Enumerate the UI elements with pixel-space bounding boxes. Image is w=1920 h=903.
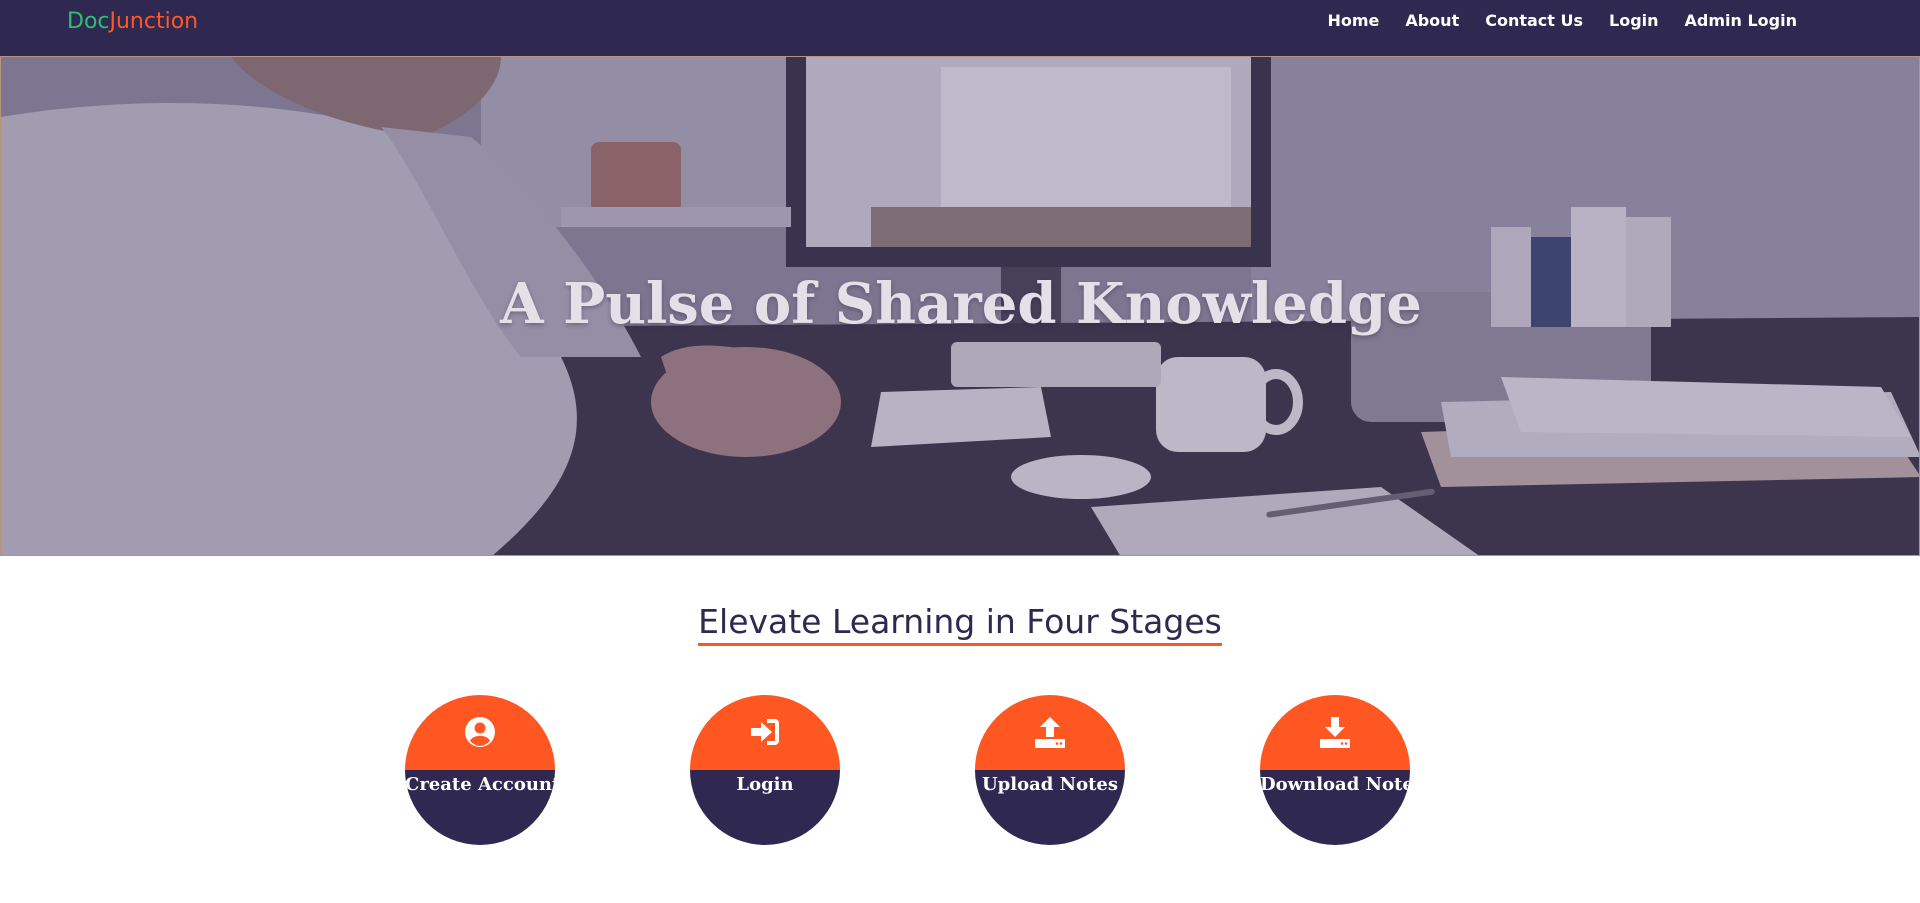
stage-label: Upload Notes [981, 774, 1118, 795]
stage-upload-notes[interactable]: Upload Notes [975, 695, 1125, 845]
nav-links: Home About Contact Us Login Admin Login [1327, 8, 1797, 34]
download-icon [1320, 717, 1350, 748]
upload-icon [1035, 717, 1065, 748]
hero-title: A Pulse of Shared Knowledge [500, 271, 1422, 337]
stage-login[interactable]: Login [690, 695, 840, 845]
nav-admin-login[interactable]: Admin Login [1685, 8, 1797, 34]
sign-in-icon [751, 719, 779, 745]
stage-create-account[interactable]: Create Account [405, 695, 555, 845]
stage-label: Create Account [405, 774, 555, 795]
brand-logo[interactable]: DocJunction [67, 6, 198, 38]
nav-about[interactable]: About [1405, 8, 1459, 34]
brand-part-doc: Doc [67, 9, 110, 34]
navbar: DocJunction Home About Contact Us Login … [0, 0, 1920, 56]
nav-home[interactable]: Home [1327, 8, 1379, 34]
nav-contact-us[interactable]: Contact Us [1485, 8, 1583, 34]
hero-banner: A Pulse of Shared Knowledge [0, 56, 1920, 556]
stage-download-notes[interactable]: Download Notes [1260, 695, 1410, 845]
nav-login[interactable]: Login [1609, 8, 1659, 34]
stage-label: Download Notes [1260, 774, 1410, 795]
section-title-text: Elevate Learning in Four Stages [698, 602, 1222, 646]
stage-label: Login [736, 774, 794, 795]
section-title: Elevate Learning in Four Stages [0, 602, 1920, 646]
brand-part-junction: Junction [109, 9, 199, 34]
user-circle-icon [465, 717, 495, 747]
